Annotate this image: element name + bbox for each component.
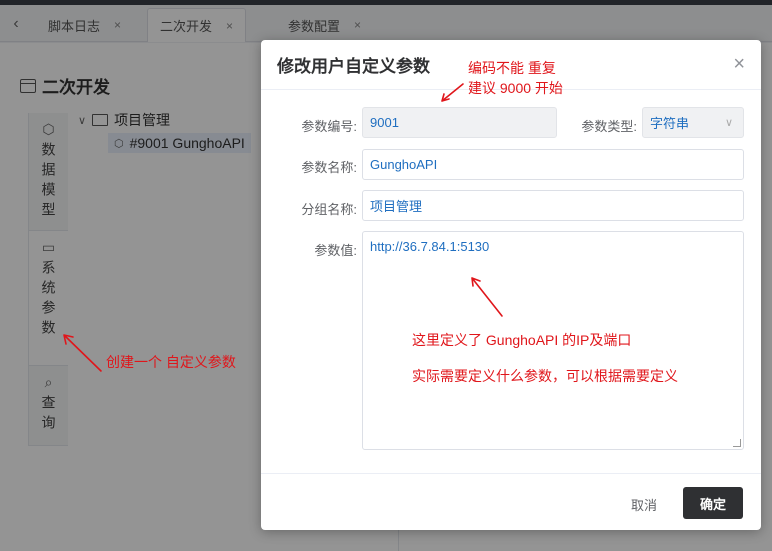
cancel-button[interactable]: 取消 <box>616 488 672 520</box>
group-name-label: 分组名称: <box>301 202 357 217</box>
annotation-line: 建议 9000 开始 <box>468 80 563 97</box>
resize-handle-icon[interactable] <box>733 439 741 447</box>
confirm-button[interactable]: 确定 <box>683 487 743 519</box>
param-name-input[interactable]: GunghoAPI <box>362 149 744 180</box>
param-code-input[interactable]: 9001 <box>362 107 557 138</box>
param-type-value: 字符串 <box>650 116 690 131</box>
dialog-title: 修改用户自定义参数 <box>277 57 430 76</box>
close-icon[interactable]: × <box>733 54 745 74</box>
param-type-select[interactable]: 字符串 ∨ <box>642 107 744 138</box>
annotation-side-note: 创建一个 自定义参数 <box>106 354 236 370</box>
annotation-value-note: 这里定义了 GunghoAPI 的IP及端口 实际需要定义什么参数，可以根据需要… <box>412 331 678 385</box>
annotation-line: 实际需要定义什么参数，可以根据需要定义 <box>412 368 678 385</box>
chevron-down-icon: ∨ <box>724 117 733 129</box>
param-value-label: 参数值: <box>314 243 357 258</box>
dialog-footer-divider <box>261 473 761 474</box>
annotation-line: 编码不能 重复 <box>468 60 556 76</box>
param-code-label: 参数编号: <box>301 119 357 134</box>
edit-param-dialog: 修改用户自定义参数 × 参数编号: 9001 参数类型: 字符串 ∨ 参数名称:… <box>261 40 761 530</box>
param-value-text: http://36.7.84.1:5130 <box>370 239 490 254</box>
annotation-code-note: 编码不能 重复 建议 9000 开始 <box>468 58 563 99</box>
param-name-label: 参数名称: <box>301 160 357 175</box>
annotation-line: 这里定义了 GunghoAPI 的IP及端口 <box>412 332 632 348</box>
param-type-label: 参数类型: <box>581 119 637 134</box>
group-name-input[interactable]: 项目管理 <box>362 190 744 221</box>
